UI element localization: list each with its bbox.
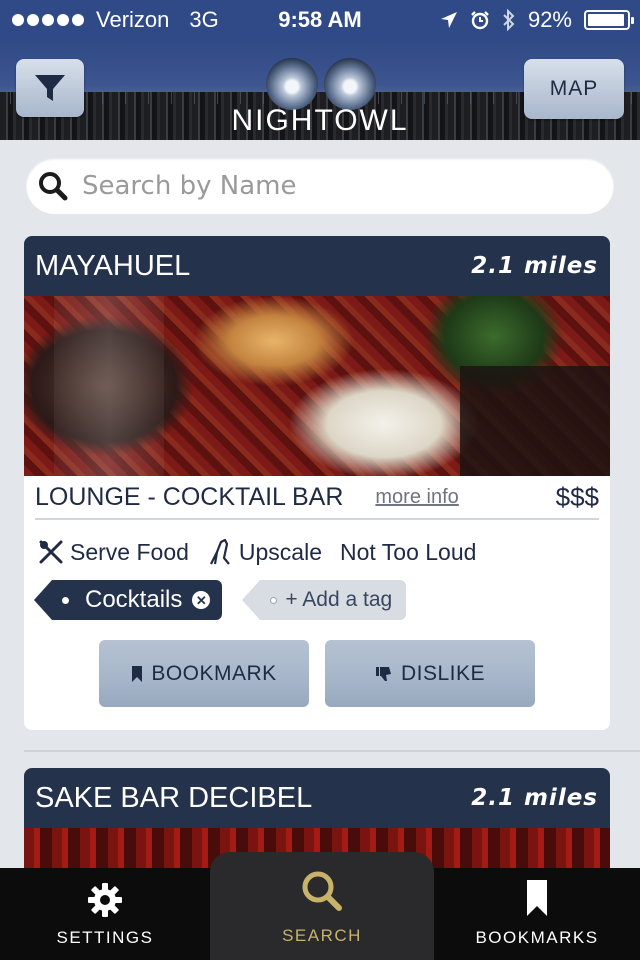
status-right: 92% xyxy=(440,7,634,33)
app-header: NIGHTOWL MAP xyxy=(0,40,640,140)
feature-not-too-loud: Not Too Loud xyxy=(340,539,476,566)
search-input[interactable] xyxy=(82,171,562,201)
venue-tags: Cocktails ✕ + Add a tag xyxy=(33,580,610,620)
venue-name: SAKE BAR DECIBEL xyxy=(35,781,313,814)
tab-search[interactable]: SEARCH xyxy=(210,852,434,960)
venue-photo[interactable] xyxy=(24,296,610,476)
status-bar: Verizon 3G 9:58 AM 92% xyxy=(0,0,640,40)
alarm-clock-icon xyxy=(471,11,489,30)
tag-label: Cocktails xyxy=(85,586,183,613)
list-divider xyxy=(24,750,640,752)
search-icon xyxy=(39,172,68,201)
venue-header: SAKE BAR DECIBEL 2.1 miles xyxy=(24,768,610,828)
owl-eye-right xyxy=(324,58,376,110)
bookmark-label: BOOKMARK xyxy=(151,661,277,685)
remove-tag-icon[interactable]: ✕ xyxy=(192,591,211,609)
tab-label: BOOKMARKS xyxy=(475,928,599,947)
map-button[interactable]: MAP xyxy=(524,59,624,119)
add-tag-button[interactable]: + Add a tag xyxy=(242,580,407,620)
tab-icon-wrap xyxy=(301,852,343,912)
filter-button[interactable] xyxy=(16,59,84,117)
bookmark-icon xyxy=(527,880,547,916)
dislike-button[interactable]: DISLIKE xyxy=(325,640,535,707)
thumbs-down-icon xyxy=(375,666,391,681)
search-bar[interactable] xyxy=(26,158,614,214)
bookmark-icon xyxy=(132,665,143,682)
owl-eye-left xyxy=(266,58,318,110)
dislike-label: DISLIKE xyxy=(400,661,486,685)
tag-cocktails[interactable]: Cocktails ✕ xyxy=(33,580,223,620)
add-tag-label: + Add a tag xyxy=(285,588,393,611)
venue-name: MAYAHUEL xyxy=(35,249,191,282)
photo-menu-shape xyxy=(460,366,610,476)
battery-icon xyxy=(584,10,634,30)
feature-label: Upscale xyxy=(238,538,323,565)
feature-label: Serve Food xyxy=(70,538,189,565)
venue-distance: 2.1 miles xyxy=(471,253,598,279)
battery-percent: 92% xyxy=(527,7,572,32)
venue-card[interactable]: MAYAHUEL 2.1 miles LOUNGE - COCKTAIL BAR… xyxy=(24,236,610,730)
tab-icon-wrap xyxy=(87,868,123,918)
venue-price: $$$ xyxy=(555,481,599,512)
venue-features: Serve Food Upscale Not Too Loud xyxy=(38,538,610,566)
venue-header: MAYAHUEL 2.1 miles xyxy=(24,236,610,296)
tab-bookmarks[interactable]: BOOKMARKS xyxy=(434,868,640,960)
gear-icon xyxy=(88,883,122,917)
venue-type: LOUNGE - COCKTAIL BAR xyxy=(35,482,344,511)
tab-bar: SETTINGS SEARCH BOOKMARKS xyxy=(0,852,640,960)
fork-knife-icon xyxy=(39,540,63,564)
feature-label: Not Too Loud xyxy=(340,538,477,565)
photo-glass-shape xyxy=(54,296,164,476)
tab-label: SEARCH xyxy=(282,926,362,945)
more-info-link[interactable]: more info xyxy=(375,486,458,509)
bookmark-button[interactable]: BOOKMARK xyxy=(99,640,309,707)
venue-distance: 2.1 miles xyxy=(471,785,598,811)
venue-actions: BOOKMARK DISLIKE xyxy=(24,640,610,707)
tab-icon-wrap xyxy=(525,868,549,918)
tag-hole-icon xyxy=(270,596,278,604)
tab-settings[interactable]: SETTINGS xyxy=(0,868,210,960)
tab-label: SETTINGS xyxy=(56,928,154,947)
funnel-icon xyxy=(35,75,65,101)
location-arrow-icon xyxy=(440,12,457,28)
venue-type-row: LOUNGE - COCKTAIL BAR more info $$$ xyxy=(35,476,599,520)
tag-hole-icon xyxy=(62,596,69,604)
feature-upscale: Upscale xyxy=(207,538,322,566)
feature-serve-food: Serve Food xyxy=(38,539,189,566)
search-icon xyxy=(302,871,342,911)
bluetooth-icon xyxy=(503,9,515,31)
high-heel-icon xyxy=(209,538,230,565)
